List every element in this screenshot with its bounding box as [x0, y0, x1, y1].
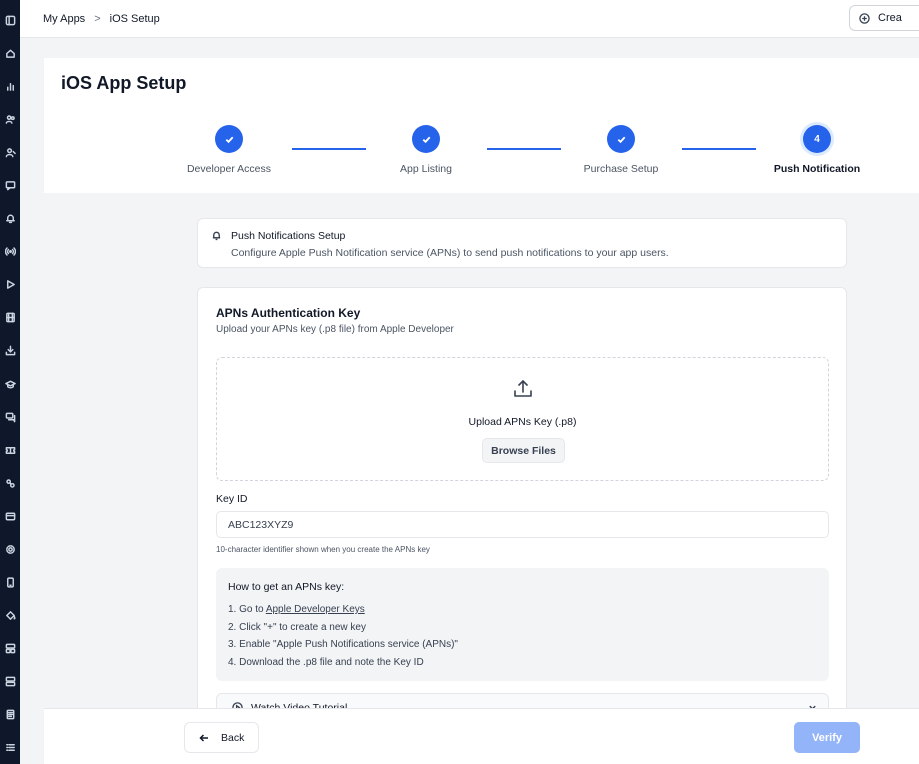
page-title: iOS App Setup — [61, 73, 187, 93]
analytics-icon[interactable] — [0, 70, 20, 103]
integrations-icon[interactable] — [0, 467, 20, 500]
mobile-icon[interactable] — [0, 566, 20, 599]
info-title: Push Notifications Setup — [231, 230, 346, 242]
howto-box: How to get an APNs key: 1. Go to Apple D… — [216, 568, 829, 681]
verify-button[interactable]: Verify — [794, 722, 860, 753]
bell-icon — [212, 231, 221, 241]
step-push-notification[interactable]: 4 Push Notification — [757, 125, 877, 175]
breadcrumb-current: iOS Setup — [109, 12, 160, 25]
apns-key-card: APNs Authentication Key Upload your APNs… — [197, 287, 847, 727]
howto-step: 2. Click "+" to create a new key — [228, 621, 366, 633]
messages-icon[interactable] — [0, 401, 20, 434]
play-icon[interactable] — [0, 268, 20, 301]
back-button-label: Back — [221, 731, 245, 744]
list-icon[interactable] — [0, 731, 20, 764]
home-icon[interactable] — [0, 37, 20, 70]
settings-icon[interactable] — [0, 533, 20, 566]
check-icon — [422, 136, 430, 143]
broadcast-icon[interactable] — [0, 235, 20, 268]
howto-step: 4. Download the .p8 file and note the Ke… — [228, 656, 424, 668]
step-app-listing[interactable]: App Listing — [366, 125, 486, 175]
key-id-input[interactable] — [216, 511, 829, 538]
key-id-help: 10-character identifier shown when you c… — [216, 545, 430, 554]
side-rail — [0, 0, 20, 764]
panel-icon[interactable] — [0, 4, 20, 37]
footer-bar: Back Verify — [44, 708, 919, 764]
stepper-connector-1 — [292, 148, 366, 150]
check-icon — [617, 136, 625, 143]
document-icon[interactable] — [0, 698, 20, 731]
step-label: Purchase Setup — [583, 163, 659, 175]
breadcrumb-separator: > — [94, 12, 101, 25]
howto-step: 3. Enable "Apple Push Notifications serv… — [228, 639, 458, 650]
breadcrumb-my-apps[interactable]: My Apps — [43, 13, 85, 25]
step-purchase-setup[interactable]: Purchase Setup — [561, 125, 681, 175]
step-complete-badge — [607, 125, 635, 153]
step-label: App Listing — [400, 163, 452, 175]
user-icon[interactable] — [0, 136, 20, 169]
download-icon[interactable] — [0, 334, 20, 367]
card-icon[interactable] — [0, 500, 20, 533]
card-title: APNs Authentication Key — [216, 306, 361, 320]
howto-steps: 1. Go to Apple Developer Keys 2. Click "… — [228, 601, 458, 671]
layout-icon[interactable] — [0, 632, 20, 665]
check-icon — [225, 136, 233, 143]
step-label: Push Notification — [773, 163, 861, 175]
arrow-left-icon — [199, 733, 208, 742]
graduation-icon[interactable] — [0, 368, 20, 401]
stepper-connector-3 — [682, 148, 756, 150]
grid-icon[interactable] — [0, 665, 20, 698]
step-complete-badge — [412, 125, 440, 153]
step-number-badge: 4 — [803, 125, 831, 153]
chat-icon[interactable] — [0, 169, 20, 202]
push-info-card: Push Notifications Setup Configure Apple… — [197, 218, 847, 268]
users-icon[interactable] — [0, 103, 20, 136]
info-description: Configure Apple Push Notification servic… — [231, 247, 669, 259]
paint-icon[interactable] — [0, 599, 20, 632]
stepper-connector-2 — [487, 148, 561, 150]
breadcrumb: My Apps > iOS Setup — [43, 13, 160, 25]
card-subtitle: Upload your APNs key (.p8 file) from App… — [216, 324, 454, 335]
howto-title: How to get an APNs key: — [228, 581, 345, 593]
top-bar: My Apps > iOS Setup — [20, 0, 919, 38]
upload-label: Upload APNs Key (.p8) — [468, 416, 577, 428]
back-button[interactable]: Back — [184, 722, 259, 753]
create-button[interactable]: Crea — [849, 5, 919, 31]
key-id-label: Key ID — [216, 493, 248, 505]
howto-step: 1. Go to Apple Developer Keys — [228, 601, 458, 619]
plus-circle-icon — [859, 12, 870, 24]
step-label: Developer Access — [186, 163, 272, 175]
ticket-icon[interactable] — [0, 434, 20, 467]
upload-dropzone[interactable]: Upload APNs Key (.p8) Browse Files — [216, 357, 829, 481]
step-developer-access[interactable]: Developer Access — [169, 125, 289, 175]
howto-step-text: 1. Go to — [228, 604, 266, 615]
bell-icon[interactable] — [0, 202, 20, 235]
browse-files-button[interactable]: Browse Files — [482, 438, 565, 463]
step-complete-badge — [215, 125, 243, 153]
create-button-label: Crea — [878, 12, 902, 24]
upload-icon — [514, 380, 532, 397]
apple-developer-keys-link[interactable]: Apple Developer Keys — [266, 604, 365, 615]
film-icon[interactable] — [0, 301, 20, 334]
